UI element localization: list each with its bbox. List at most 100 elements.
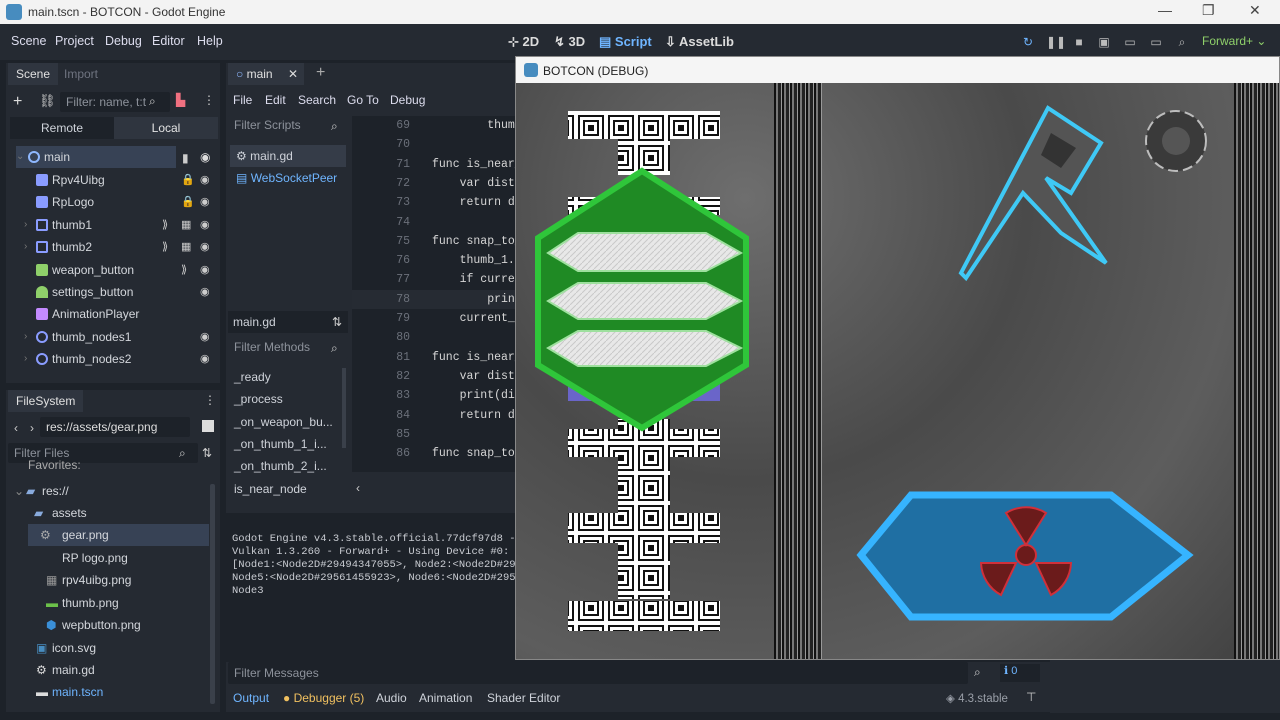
code-line[interactable]: 77 if curre (352, 270, 522, 289)
mode-script-button[interactable]: ▤ Script (599, 34, 652, 50)
script-item-websocketpeer[interactable]: ▤ WebSocketPeer (230, 167, 346, 189)
pin-icon[interactable]: ⊤ (1026, 690, 1036, 704)
play-custom-icon[interactable]: ▭ (1149, 35, 1163, 49)
mode-2d-button[interactable]: ⊹ 2D (508, 34, 539, 50)
method-on-thumb-1[interactable]: _on_thumb_1_i... (234, 437, 327, 451)
code-line[interactable]: 85 (352, 425, 522, 444)
bottom-tab-output[interactable]: Output (233, 691, 269, 705)
forward-icon[interactable]: › (30, 421, 34, 435)
add-node-icon[interactable]: + (13, 93, 22, 111)
remote-tab[interactable]: Remote (10, 117, 114, 139)
maximize-icon[interactable]: ❐ (1202, 2, 1215, 19)
code-line[interactable]: 69 thumb (352, 116, 522, 135)
tree-node-animationplayer[interactable]: AnimationPlayer (10, 303, 218, 325)
signal-icon[interactable]: ⟫ (162, 214, 168, 236)
code-line[interactable]: 80 (352, 328, 522, 347)
pause-icon[interactable]: ❚❚ (1046, 35, 1066, 49)
visibility-icon[interactable]: ◉ (200, 169, 210, 191)
script-menu-search[interactable]: Search (298, 93, 336, 107)
mode-assetlib-button[interactable]: ⇩ AssetLib (665, 34, 734, 50)
collapse-icon[interactable]: ‹ (356, 481, 360, 495)
new-tab-icon[interactable]: + (316, 64, 325, 82)
code-line[interactable]: 74 (352, 213, 522, 232)
filter-messages-input[interactable]: Filter Messages (228, 662, 968, 684)
game-window[interactable]: BOTCON (DEBUG) (515, 56, 1280, 660)
local-tab[interactable]: Local (114, 117, 218, 139)
method-on-weapon-button[interactable]: _on_weapon_bu... (234, 415, 333, 429)
sort-icon[interactable]: ⇅ (202, 446, 212, 460)
visibility-icon[interactable]: ◉ (200, 150, 210, 164)
code-line[interactable]: 81 func is_near_ (352, 348, 522, 367)
menu-editor[interactable]: Editor (152, 34, 185, 48)
scrollbar[interactable] (342, 368, 346, 448)
chevron-right-icon[interactable]: › (24, 326, 27, 348)
weapon-button[interactable] (856, 491, 1194, 621)
scrollbar[interactable] (210, 484, 215, 704)
menu-project[interactable]: Project (55, 34, 94, 48)
fs-row-icon-svg[interactable]: ▣ icon.svg (10, 637, 210, 659)
gear-icon[interactable] (1145, 110, 1207, 172)
script-menu-file[interactable]: File (233, 93, 252, 107)
tab-main[interactable]: ○ main ✕ (228, 63, 304, 85)
code-line[interactable]: 75 func snap_to_ (352, 232, 522, 251)
script-menu-debug[interactable]: Debug (390, 93, 425, 107)
menu-scene[interactable]: Scene (11, 34, 46, 48)
fs-row-main-gd[interactable]: ⚙ main.gd (10, 659, 210, 681)
group-icon[interactable]: ▦ (181, 214, 191, 236)
tree-node-thumb2[interactable]: › thumb2 ⟫ ▦ ◉ (10, 236, 218, 258)
method-on-thumb-2[interactable]: _on_thumb_2_i... (234, 459, 327, 473)
fs-row-gear[interactable]: ⚙ gear.png (28, 524, 209, 546)
menu-help[interactable]: Help (197, 34, 223, 48)
code-line[interactable]: 73 return d (352, 193, 522, 212)
method-is-near-node[interactable]: is_near_node (234, 482, 307, 496)
bottom-tab-shader-editor[interactable]: Shader Editor (487, 691, 560, 705)
script-filter-icon[interactable]: ▙ (176, 93, 185, 107)
script-menu-edit[interactable]: Edit (265, 93, 286, 107)
chevron-down-icon[interactable]: ⌄ (14, 480, 24, 502)
code-line[interactable]: 76 thumb_1. (352, 251, 522, 270)
script-item-main-gd[interactable]: ⚙ main.gd (230, 145, 346, 167)
tree-node-weapon-button[interactable]: weapon_button ⟫ ◉ (10, 259, 218, 281)
group-icon[interactable]: ▦ (181, 236, 191, 258)
bottom-tab-debugger[interactable]: ● Debugger (5) (283, 691, 364, 705)
link-icon[interactable]: ⛓ (39, 93, 56, 109)
tree-node-main[interactable]: ⌄ main (16, 146, 176, 168)
code-line[interactable]: 79 current_ (352, 309, 522, 328)
script-icon[interactable]: ▮ (182, 151, 189, 165)
stop-icon[interactable]: ■ (1072, 35, 1086, 49)
back-icon[interactable]: ‹ (14, 421, 18, 435)
filter-methods-input[interactable]: Filter Methods (228, 337, 348, 359)
chevron-right-icon[interactable]: › (24, 214, 27, 236)
chevron-right-icon[interactable]: › (24, 236, 27, 258)
menu-dots-icon[interactable]: ⋮ (204, 393, 216, 407)
code-line[interactable]: 70 (352, 135, 522, 154)
method-process[interactable]: _process (234, 392, 283, 406)
filter-scripts-input[interactable]: Filter Scripts (228, 115, 348, 137)
code-line[interactable]: 86 func snap_to_ (352, 444, 522, 463)
signal-icon[interactable]: ⟫ (162, 236, 168, 258)
minimize-icon[interactable]: — (1158, 2, 1172, 18)
fs-row-wepbutton[interactable]: ⬢ wepbutton.png (10, 614, 210, 636)
chevron-down-icon[interactable]: ⌄ (16, 146, 24, 168)
bottom-tab-audio[interactable]: Audio (376, 691, 407, 705)
tree-node-thumb-nodes1[interactable]: › thumb_nodes1 ◉ (10, 326, 218, 348)
code-line[interactable]: 72 var dista (352, 174, 522, 193)
reload-icon[interactable]: ↻ (1021, 35, 1035, 49)
visibility-icon[interactable]: ◉ (200, 348, 210, 370)
bottom-tab-animation[interactable]: Animation (419, 691, 472, 705)
tree-node-thumb1[interactable]: › thumb1 ⟫ ▦ ◉ (10, 214, 218, 236)
close-icon[interactable]: ✕ (1249, 2, 1261, 19)
visibility-icon[interactable]: ◉ (200, 191, 210, 213)
tab-scene[interactable]: Scene (8, 63, 59, 85)
tree-node-rplogo[interactable]: RpLogo 🔒 ◉ (10, 191, 218, 213)
path-field[interactable]: res://assets/gear.png (40, 417, 190, 437)
visibility-icon[interactable]: ◉ (200, 259, 210, 281)
fs-row-thumb[interactable]: ▬ thumb.png (10, 592, 210, 614)
fs-row-rpv4uibg[interactable]: ▦ rpv4uibg.png (10, 569, 210, 591)
filesystem-tab[interactable]: FileSystem (8, 390, 84, 412)
fs-row-main-tscn[interactable]: ▬ main.tscn (10, 681, 210, 703)
code-line[interactable]: 82 var dista (352, 367, 522, 386)
favorites-row[interactable]: Favorites: (10, 460, 210, 474)
chevron-right-icon[interactable]: › (24, 348, 27, 370)
split-mode-icon[interactable] (202, 420, 214, 432)
